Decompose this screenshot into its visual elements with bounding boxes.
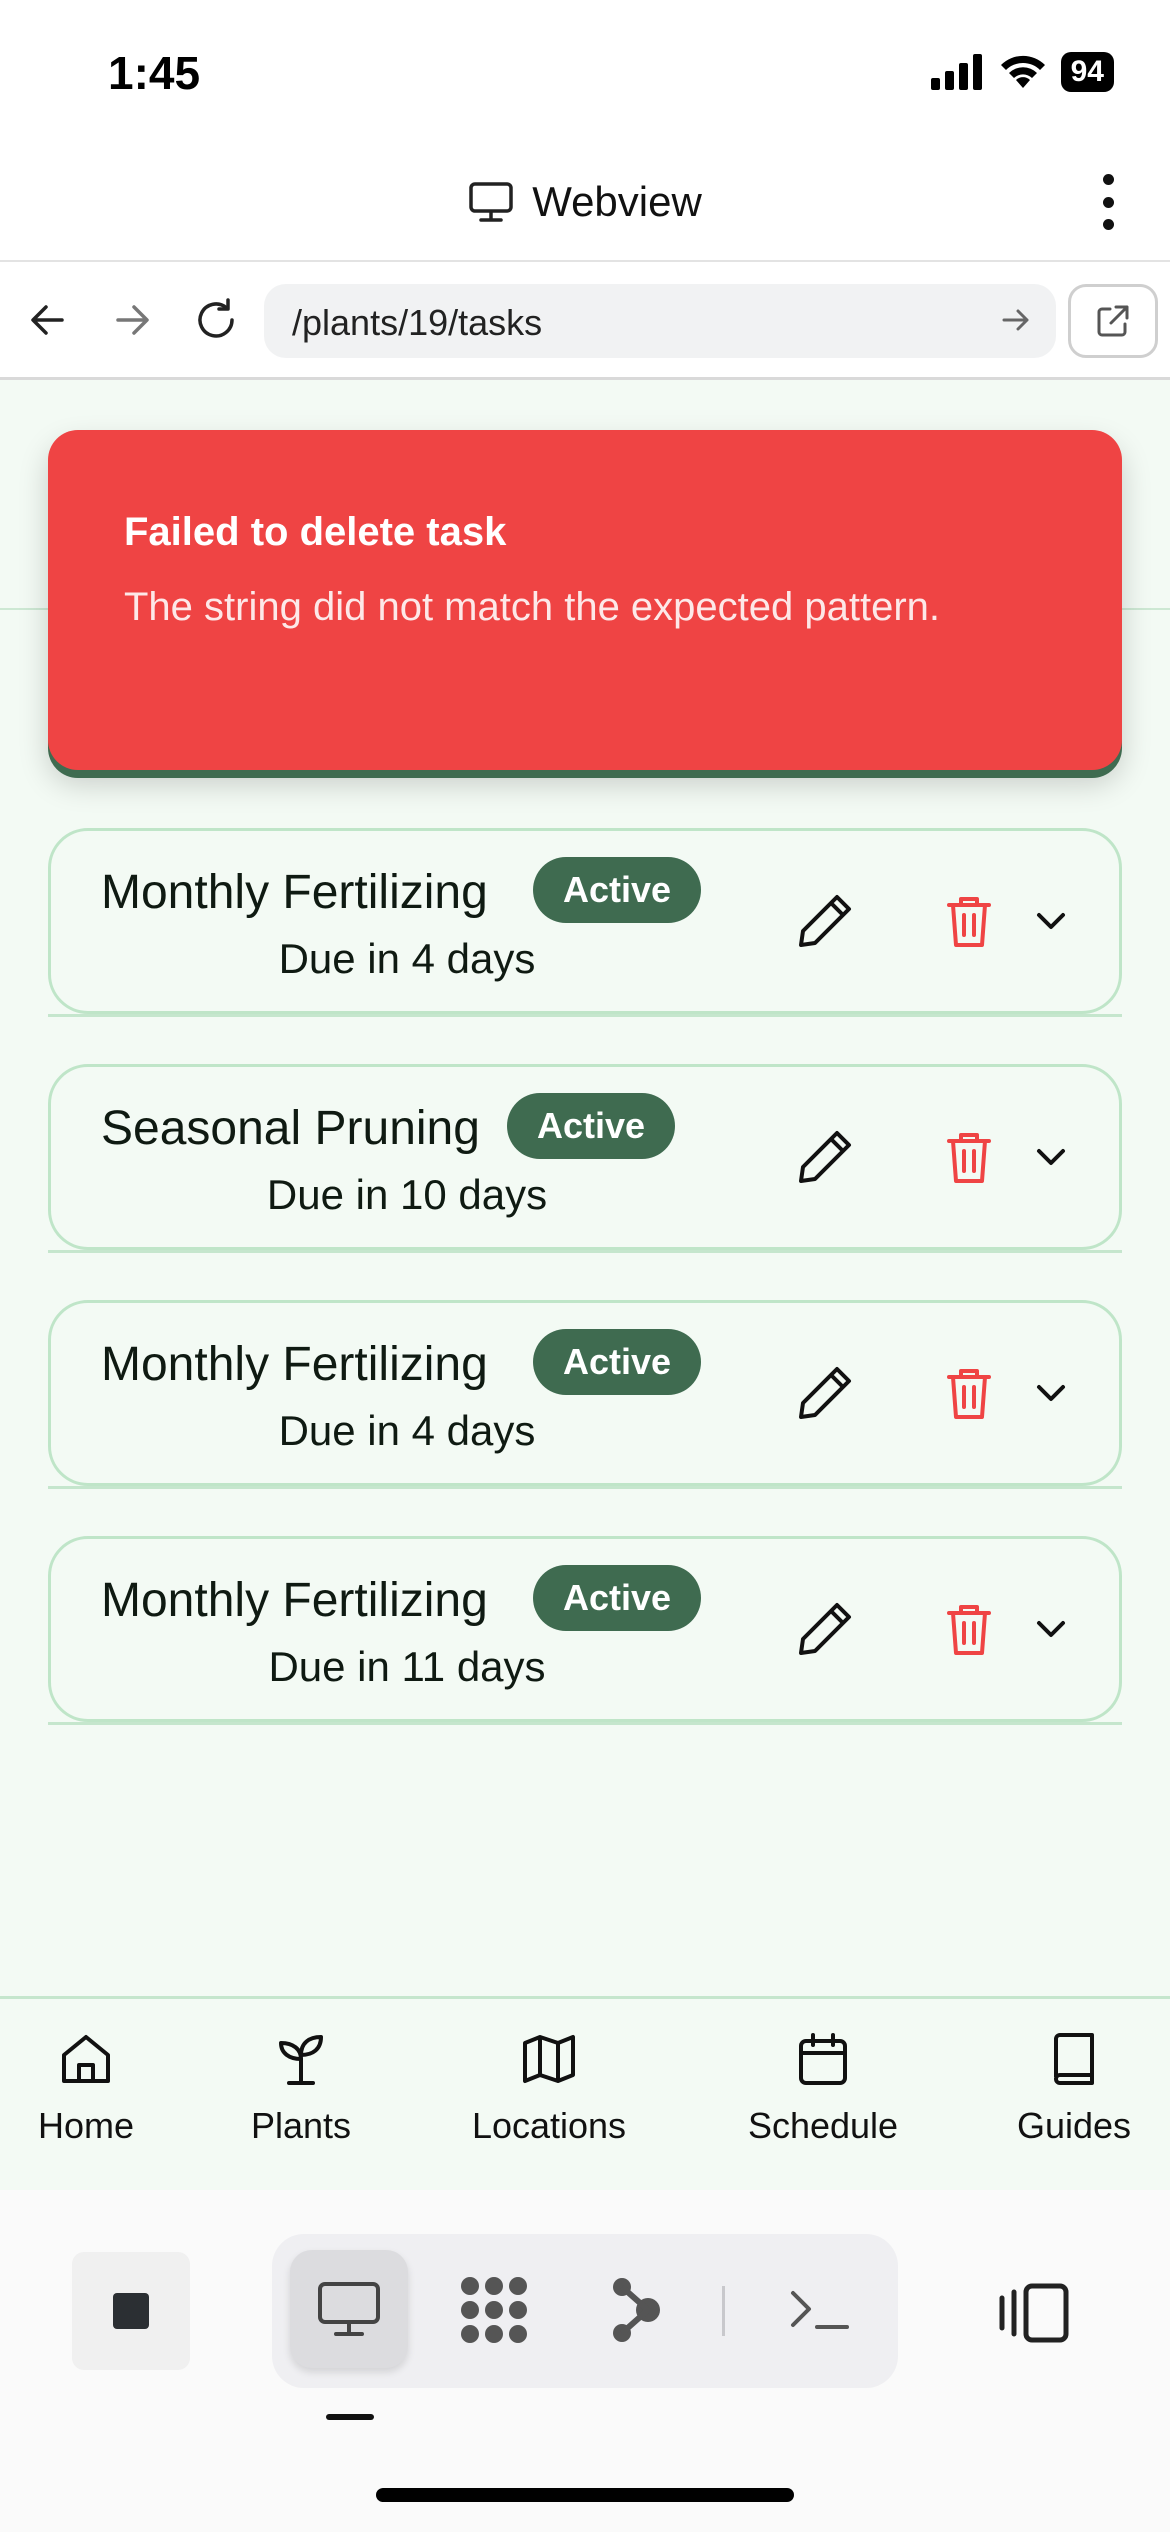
tab-locations[interactable]: Locations <box>460 2029 638 2147</box>
trash-icon[interactable] <box>937 889 1001 953</box>
task-title: Monthly Fertilizing <box>101 1574 488 1627</box>
stop-icon <box>113 2293 149 2329</box>
url-bar[interactable]: /plants/19/tasks <box>264 284 1056 358</box>
trash-icon[interactable] <box>937 1597 1001 1661</box>
reload-icon <box>198 298 234 338</box>
monitor-icon <box>309 2270 389 2350</box>
url-text: /plants/19/tasks <box>292 302 543 343</box>
task-title: Monthly Fertilizing <box>101 1338 488 1391</box>
task-due: Due in 11 days <box>268 1643 546 1690</box>
back-button[interactable] <box>20 292 76 348</box>
status-bar: 1:45 94 <box>0 0 1170 140</box>
edit-pencil-icon[interactable] <box>793 1597 857 1661</box>
status-time: 1:45 <box>108 47 201 99</box>
task-due: Due in 4 days <box>278 1407 536 1454</box>
chevron-down-icon[interactable] <box>1025 895 1077 947</box>
reload-button[interactable] <box>188 292 244 348</box>
arrow-right-icon <box>116 305 149 335</box>
edit-pencil-icon[interactable] <box>793 1361 857 1425</box>
task-title: Seasonal Pruning <box>101 1102 480 1155</box>
task-title: Monthly Fertilizing <box>101 866 488 919</box>
side-panel-toggle-icon[interactable] <box>996 2282 1072 2349</box>
tab-plants[interactable]: Plants <box>236 2029 366 2147</box>
status-badge: Active <box>533 857 702 923</box>
task-divider <box>48 1722 1122 1725</box>
view-mode-segmented-control <box>272 2234 898 2388</box>
task-divider <box>48 1486 1122 1489</box>
more-options-icon[interactable] <box>1098 174 1118 230</box>
task-divider <box>48 1014 1122 1017</box>
tab-label: Schedule <box>747 2105 899 2146</box>
webview-title: Webview <box>532 178 702 225</box>
branch-icon[interactable] <box>598 2270 678 2350</box>
external-link-icon <box>1097 305 1129 337</box>
chevron-down-icon[interactable] <box>1025 1131 1077 1183</box>
dev-toolbar <box>0 2190 1170 2532</box>
stop-button[interactable] <box>72 2252 190 2370</box>
tab-guides[interactable]: Guides <box>1010 2029 1138 2147</box>
trash-icon[interactable] <box>937 1125 1001 1189</box>
tasks-page: Failed to delete task The string did not… <box>0 380 1170 1996</box>
webview-title-group: Webview <box>0 178 1170 226</box>
task-due: Due in 4 days <box>278 935 536 982</box>
map-icon <box>523 2035 575 2083</box>
task-divider <box>48 1250 1122 1253</box>
edit-pencil-icon[interactable] <box>793 889 857 953</box>
status-badge: Active <box>533 1329 702 1395</box>
task-due: Due in 10 days <box>266 1171 548 1218</box>
grid-dots-icon[interactable] <box>454 2270 534 2350</box>
task-card[interactable]: Monthly Fertilizing Active Due in 11 day… <box>48 1536 1122 1722</box>
trash-icon[interactable] <box>937 1361 1001 1425</box>
calendar-icon <box>799 2033 847 2085</box>
chevron-down-icon[interactable] <box>1025 1367 1077 1419</box>
task-card[interactable]: Seasonal Pruning Active Due in 10 days <box>48 1064 1122 1250</box>
tab-label: Guides <box>1016 2105 1132 2146</box>
arrow-left-icon <box>31 305 64 335</box>
webview-header: Webview <box>0 140 1170 262</box>
terminal-icon[interactable] <box>780 2270 860 2350</box>
edit-pencil-icon[interactable] <box>793 1125 857 1189</box>
go-arrow-icon[interactable] <box>998 302 1034 338</box>
forward-button[interactable] <box>104 292 160 348</box>
tab-label: Locations <box>471 2105 627 2146</box>
segment-divider <box>722 2286 725 2336</box>
error-toast[interactable]: Failed to delete task The string did not… <box>48 430 1122 770</box>
browser-navbar: /plants/19/tasks <box>0 262 1170 380</box>
status-indicators: 94 <box>930 52 1114 92</box>
bottom-tab-bar: Home Plants Locations Schedule Guides <box>0 1996 1170 2190</box>
tab-label: Plants <box>250 2105 352 2146</box>
sprout-icon <box>279 2035 323 2085</box>
open-external-button[interactable] <box>1068 284 1158 358</box>
book-icon <box>1054 2033 1094 2085</box>
status-badge: Active <box>533 1565 702 1631</box>
home-indicator <box>376 2488 794 2502</box>
cellular-signal-icon <box>930 54 982 90</box>
task-card[interactable]: Monthly Fertilizing Active Due in 4 days <box>48 1300 1122 1486</box>
status-badge: Active <box>507 1093 676 1159</box>
toast-message: The string did not match the expected pa… <box>124 585 941 629</box>
task-card[interactable]: Monthly Fertilizing Active Due in 4 days <box>48 828 1122 1014</box>
home-icon <box>62 2035 110 2083</box>
battery-indicator: 94 <box>1060 52 1114 92</box>
tab-home[interactable]: Home <box>24 2029 148 2147</box>
chevron-down-icon[interactable] <box>1025 1603 1077 1655</box>
tab-schedule[interactable]: Schedule <box>738 2029 908 2147</box>
toast-title: Failed to delete task <box>124 510 507 554</box>
wifi-icon <box>1000 55 1045 88</box>
tab-label: Home <box>37 2105 135 2146</box>
active-tab-indicator <box>326 2414 374 2420</box>
monitor-icon <box>469 182 513 222</box>
